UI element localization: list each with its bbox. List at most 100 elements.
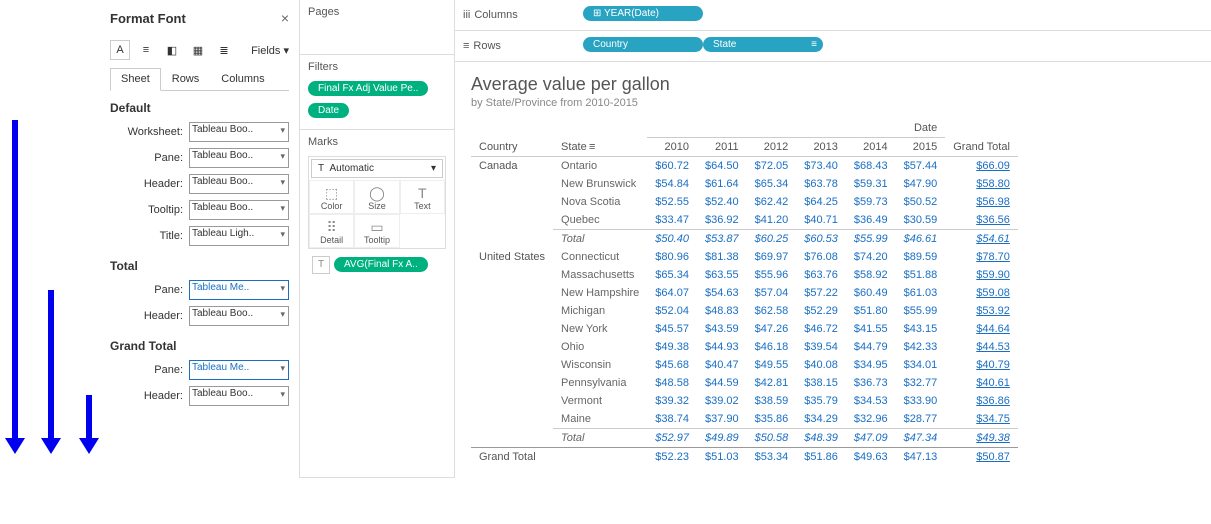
value-cell: $44.93 xyxy=(697,338,747,356)
state-cell: Quebec xyxy=(553,211,647,230)
state-cell: Vermont xyxy=(553,392,647,410)
value-cell: $46.72 xyxy=(796,320,846,338)
row-total: $34.75 xyxy=(945,410,1018,429)
mark-tooltip[interactable]: ▭Tooltip xyxy=(354,214,399,248)
rows-shelf[interactable]: ≡ Rows CountryState xyxy=(455,31,1211,62)
font-select[interactable]: Tableau Boo.. xyxy=(189,306,289,326)
value-cell: $32.77 xyxy=(896,374,946,392)
col-header[interactable]: 2010 xyxy=(647,138,697,157)
state-cell: Michigan xyxy=(553,302,647,320)
value-cell: $59.31 xyxy=(846,175,896,193)
state-cell: Massachusetts xyxy=(553,266,647,284)
value-cell: $40.71 xyxy=(796,211,846,230)
mark-text[interactable]: TText xyxy=(400,180,445,214)
col-header[interactable]: 2012 xyxy=(747,138,797,157)
table-row: New Hampshire$64.07$54.63$57.04$57.22$60… xyxy=(471,284,1018,302)
country-cell: United States xyxy=(471,248,553,448)
col-header[interactable]: Country xyxy=(471,138,553,157)
state-cell: Connecticut xyxy=(553,248,647,266)
value-cell: $48.83 xyxy=(697,302,747,320)
value-cell: $61.64 xyxy=(697,175,747,193)
value-cell: $36.73 xyxy=(846,374,896,392)
tab-rows[interactable]: Rows xyxy=(161,68,211,90)
col-header[interactable]: 2014 xyxy=(846,138,896,157)
col-header[interactable]: 2015 xyxy=(896,138,946,157)
value-cell: $34.29 xyxy=(796,410,846,429)
filter-pill[interactable]: Final Fx Adj Value Pe.. xyxy=(308,81,428,96)
font-select[interactable]: Tableau Me.. xyxy=(189,360,289,380)
shelf-pill[interactable]: State xyxy=(703,37,823,52)
font-select[interactable]: Tableau Boo.. xyxy=(189,200,289,220)
data-table: Date CountryState≡2010201120122013201420… xyxy=(471,119,1018,466)
value-cell: $74.20 xyxy=(846,248,896,266)
col-header[interactable]: 2011 xyxy=(697,138,747,157)
subtotal-row: Total$52.97$49.89$50.58$48.39$47.09$47.3… xyxy=(471,429,1018,448)
value-cell: $64.50 xyxy=(697,157,747,176)
row-total: $66.09 xyxy=(945,157,1018,176)
close-icon[interactable]: × xyxy=(281,10,289,26)
filter-pill[interactable]: Date xyxy=(308,103,349,118)
font-select[interactable]: Tableau Boo.. xyxy=(189,148,289,168)
state-cell: New Hampshire xyxy=(553,284,647,302)
mark-detail[interactable]: ⠿Detail xyxy=(309,214,354,248)
value-cell: $45.68 xyxy=(647,356,697,374)
shading-button[interactable]: ◧ xyxy=(162,40,182,60)
format-toolbar: A ≡ ◧ ▦ ≣ Fields ▾ xyxy=(10,36,289,68)
row-total: $59.08 xyxy=(945,284,1018,302)
sort-icon: ≡ xyxy=(589,141,595,153)
shelves-column: Pages Filters Final Fx Adj Value Pe..Dat… xyxy=(300,0,455,478)
value-cell: $76.08 xyxy=(796,248,846,266)
value-cell: $57.04 xyxy=(747,284,797,302)
col-header[interactable]: 2013 xyxy=(796,138,846,157)
value-cell: $52.40 xyxy=(697,193,747,211)
borders-button[interactable]: ▦ xyxy=(188,40,208,60)
value-cell: $30.59 xyxy=(896,211,946,230)
value-cell: $62.42 xyxy=(747,193,797,211)
pages-shelf[interactable]: Pages xyxy=(308,6,446,24)
format-panel: Format Font × A ≡ ◧ ▦ ≣ Fields ▾ Sheet R… xyxy=(0,0,300,478)
fields-dropdown[interactable]: Fields ▾ xyxy=(251,44,289,57)
row-total: $56.98 xyxy=(945,193,1018,211)
measure-pill[interactable]: AVG(Final Fx A.. xyxy=(334,257,428,272)
table-row: Quebec$33.47$36.92$41.20$40.71$36.49$30.… xyxy=(471,211,1018,230)
value-cell: $45.57 xyxy=(647,320,697,338)
font-select[interactable]: Tableau Ligh.. xyxy=(189,226,289,246)
field-label: Pane: xyxy=(124,364,189,376)
mark-size[interactable]: ◯Size xyxy=(354,180,399,214)
tab-sheet[interactable]: Sheet xyxy=(110,68,161,91)
value-cell: $80.96 xyxy=(647,248,697,266)
value-cell: $48.58 xyxy=(647,374,697,392)
value-cell: $52.55 xyxy=(647,193,697,211)
table-row: Pennsylvania$48.58$44.59$42.81$38.15$36.… xyxy=(471,374,1018,392)
mark-color[interactable]: ⬚Color xyxy=(309,180,354,214)
value-cell: $36.92 xyxy=(697,211,747,230)
marks-type-dropdown[interactable]: T Automatic▾ xyxy=(311,159,443,178)
align-button[interactable]: ≡ xyxy=(136,40,156,60)
font-select[interactable]: Tableau Me.. xyxy=(189,280,289,300)
subtotal-row: Total$50.40$53.87$60.25$60.53$55.99$46.6… xyxy=(471,230,1018,249)
field-label: Title: xyxy=(124,230,189,242)
font-select[interactable]: Tableau Boo.. xyxy=(189,386,289,406)
value-cell: $40.08 xyxy=(796,356,846,374)
value-cell: $33.47 xyxy=(647,211,697,230)
col-header[interactable]: State≡ xyxy=(553,138,647,157)
viz-title: Average value per gallon xyxy=(471,74,1195,95)
shelf-pill[interactable]: ⊞ YEAR(Date) xyxy=(583,6,703,21)
field-label: Worksheet: xyxy=(124,126,189,138)
columns-shelf[interactable]: iii Columns ⊞ YEAR(Date) xyxy=(455,0,1211,31)
tab-columns[interactable]: Columns xyxy=(210,68,275,90)
shelf-pill[interactable]: Country xyxy=(583,37,703,52)
font-a-button[interactable]: A xyxy=(110,40,130,60)
value-cell: $42.81 xyxy=(747,374,797,392)
state-cell: Pennsylvania xyxy=(553,374,647,392)
font-select[interactable]: Tableau Boo.. xyxy=(189,174,289,194)
field-label: Header: xyxy=(124,310,189,322)
value-cell: $64.07 xyxy=(647,284,697,302)
col-header[interactable]: Grand Total xyxy=(945,138,1018,157)
state-cell: Ontario xyxy=(553,157,647,176)
date-header: Date xyxy=(647,119,945,138)
lines-button[interactable]: ≣ xyxy=(214,40,234,60)
value-cell: $61.03 xyxy=(896,284,946,302)
value-cell: $73.40 xyxy=(796,157,846,176)
font-select[interactable]: Tableau Boo.. xyxy=(189,122,289,142)
